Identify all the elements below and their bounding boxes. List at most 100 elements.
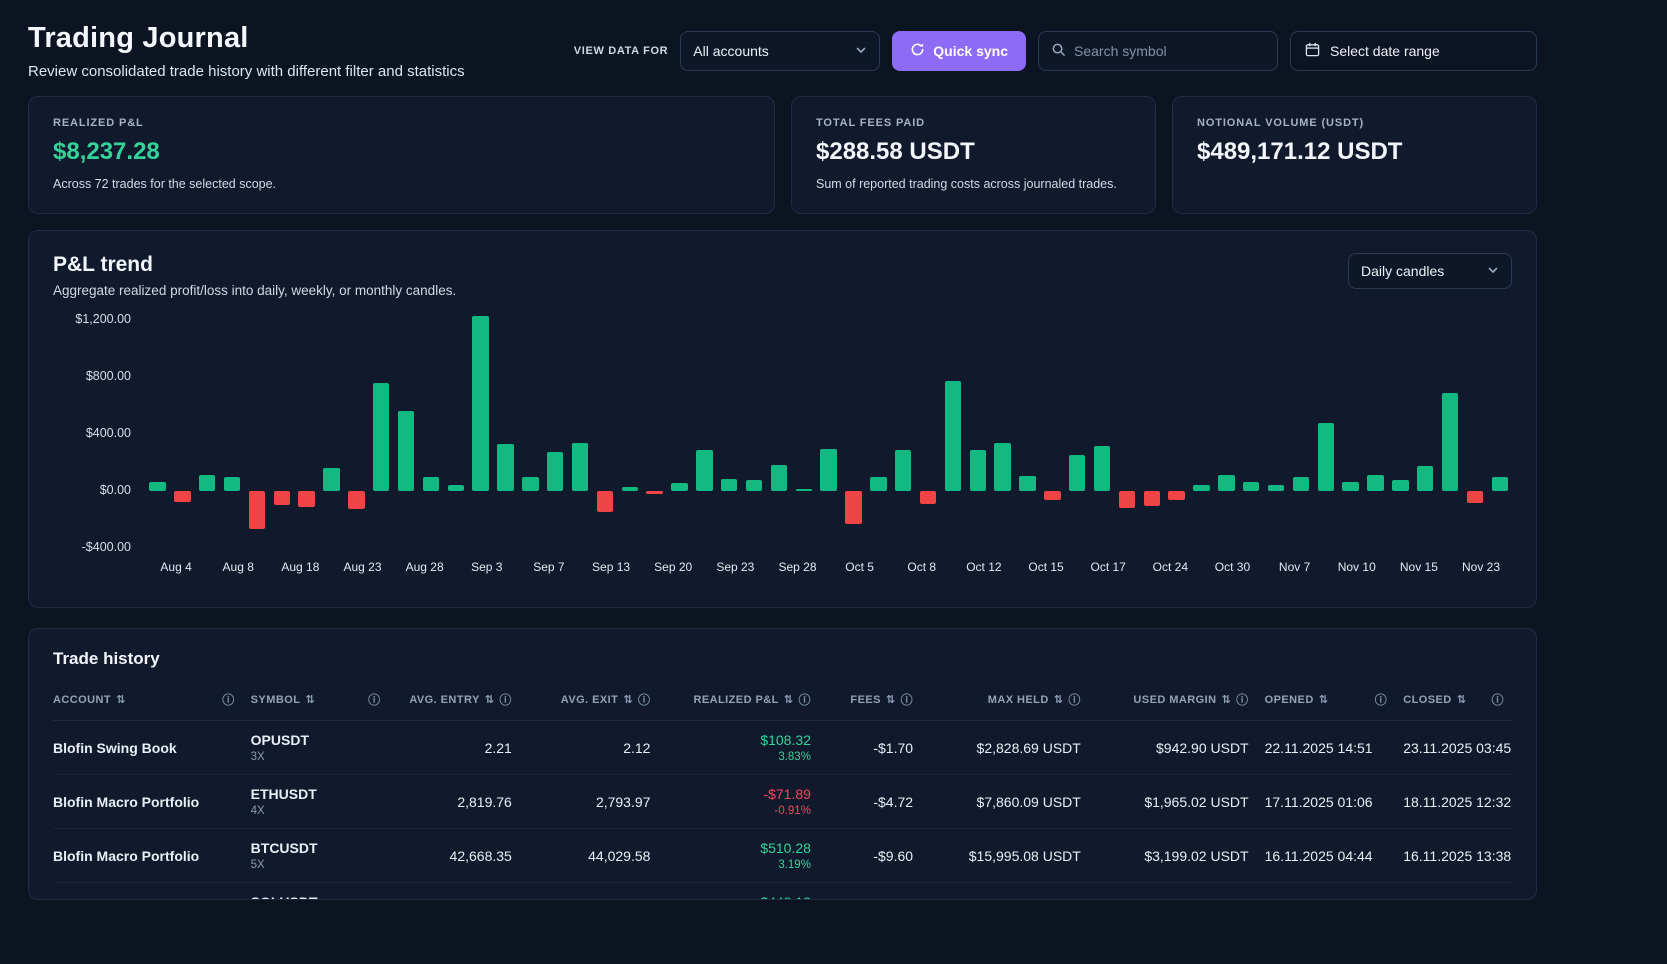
pnl-bar: [891, 320, 916, 548]
column-header-opened[interactable]: OPENED⇅ⓘ: [1257, 679, 1396, 721]
column-header-avg-entry[interactable]: AVG. ENTRY⇅ⓘ: [389, 679, 520, 721]
search-symbol-input[interactable]: [1074, 43, 1265, 59]
pnl-bar: [1214, 320, 1239, 548]
info-icon[interactable]: ⓘ: [222, 691, 234, 708]
info-icon[interactable]: ⓘ: [1375, 691, 1387, 708]
x-axis-label: Oct 17: [1077, 560, 1139, 574]
trade-row[interactable]: Blofin Swing BookSOLUSDT2X134.52141.08$4…: [53, 883, 1512, 901]
closed-cell: 15.11.2025 18:05: [1395, 883, 1512, 901]
x-axis-label: Sep 13: [580, 560, 642, 574]
account-select[interactable]: All accounts: [680, 31, 880, 71]
symbol-cell: ETHUSDT4X: [243, 775, 389, 829]
x-axis-label: Sep 28: [766, 560, 828, 574]
trade-row[interactable]: Blofin Macro PortfolioETHUSDT4X2,819.762…: [53, 775, 1512, 829]
sort-icon[interactable]: ⇅: [886, 693, 896, 706]
interval-select[interactable]: Daily candles: [1348, 253, 1512, 289]
pnl-bar: [418, 320, 443, 548]
realized-pnl-cell: -$71.89-0.91%: [658, 775, 818, 829]
avg-entry-cell: 2.21: [389, 721, 520, 775]
trade-row[interactable]: Blofin Swing BookOPUSDT3X2.212.12$108.32…: [53, 721, 1512, 775]
info-icon[interactable]: ⓘ: [1236, 691, 1248, 708]
y-axis-tick: $0.00: [100, 483, 131, 497]
pnl-bar: [866, 320, 891, 548]
sort-icon[interactable]: ⇅: [485, 693, 495, 706]
column-header-fees[interactable]: FEES⇅ⓘ: [819, 679, 921, 721]
sort-icon[interactable]: ⇅: [1319, 693, 1329, 706]
y-axis-tick: $400.00: [86, 426, 131, 440]
stat-description: Sum of reported trading costs across jou…: [816, 177, 1131, 191]
pnl-bar: [1015, 320, 1040, 548]
trade-history-card: Trade history ACCOUNT⇅ⓘSYMBOL⇅ⓘAVG. ENTR…: [28, 628, 1537, 900]
fees-cell: -$9.60: [819, 829, 921, 883]
column-label: ACCOUNT: [53, 694, 111, 706]
sort-icon[interactable]: ⇅: [1054, 693, 1064, 706]
pnl-bar: [1040, 320, 1065, 548]
column-header-used-margin[interactable]: USED MARGIN ⇅ ⓘ: [1089, 679, 1257, 721]
max-held-cell: $13,665.41 USDT: [921, 883, 1089, 901]
pnl-bar: [568, 320, 593, 548]
column-header-closed[interactable]: CLOSED⇅ⓘ: [1395, 679, 1512, 721]
pnl-bar: [220, 320, 245, 548]
avg-exit-cell: 141.08: [520, 883, 659, 901]
y-axis-tick: $1,200.00: [75, 312, 131, 326]
stats-row: REALIZED P&L $8,237.28 Across 72 trades …: [28, 96, 1537, 214]
pnl-trend-chart: $1,200.00$800.00$400.00$0.00-$400.00: [53, 320, 1512, 548]
sort-icon[interactable]: ⇅: [116, 693, 126, 706]
closed-cell: 16.11.2025 13:38: [1395, 829, 1512, 883]
column-label: MAX HELD: [988, 694, 1049, 706]
x-axis-label: Sep 7: [518, 560, 580, 574]
column-header-max-held[interactable]: MAX HELD ⇅ ⓘ: [921, 679, 1089, 721]
used-margin-cell: $1,965.02 USDT: [1089, 775, 1257, 829]
sort-icon[interactable]: ⇅: [623, 693, 633, 706]
info-icon[interactable]: ⓘ: [368, 691, 380, 708]
info-icon[interactable]: ⓘ: [1492, 691, 1504, 708]
pnl-bar: [990, 320, 1015, 548]
chart-header: P&L trend Aggregate realized profit/loss…: [53, 253, 1512, 298]
y-axis: $1,200.00$800.00$400.00$0.00-$400.00: [53, 320, 145, 548]
pnl-bar: [642, 320, 667, 548]
column-header-account[interactable]: ACCOUNT ⇅ ⓘ: [53, 679, 243, 721]
info-icon[interactable]: ⓘ: [901, 691, 913, 708]
stat-description: Across 72 trades for the selected scope.: [53, 177, 750, 191]
column-header-symbol[interactable]: SYMBOL⇅ⓘ: [243, 679, 389, 721]
column-header-avg-exit[interactable]: AVG. EXIT⇅ⓘ: [520, 679, 659, 721]
pnl-bar: [1338, 320, 1363, 548]
avg-exit-cell: 44,029.58: [520, 829, 659, 883]
symbol-cell: SOLUSDT2X: [243, 883, 389, 901]
search-box[interactable]: [1038, 31, 1278, 71]
used-margin-cell: $3,199.02 USDT: [1089, 829, 1257, 883]
header-controls: VIEW DATA FOR All accounts Quick sync Se…: [574, 31, 1537, 71]
pnl-bar: [493, 320, 518, 548]
pnl-bar: [394, 320, 419, 548]
column-label: USED MARGIN: [1133, 694, 1216, 706]
pnl-bar: [518, 320, 543, 548]
quick-sync-button[interactable]: Quick sync: [892, 31, 1026, 71]
table-title: Trade history: [53, 649, 1512, 669]
info-icon[interactable]: ⓘ: [1068, 691, 1080, 708]
sort-icon[interactable]: ⇅: [1457, 693, 1467, 706]
column-header-realized-p-l[interactable]: REALIZED P&L⇅ⓘ: [658, 679, 818, 721]
info-icon[interactable]: ⓘ: [638, 691, 650, 708]
fees-cell: -$4.72: [819, 775, 921, 829]
sort-icon[interactable]: ⇅: [1221, 693, 1231, 706]
max-held-cell: $15,995.08 USDT: [921, 829, 1089, 883]
page-title: Trading Journal: [28, 22, 465, 55]
trade-row[interactable]: Blofin Macro PortfolioBTCUSDT5X42,668.35…: [53, 829, 1512, 883]
sort-icon[interactable]: ⇅: [305, 693, 315, 706]
x-axis-label: Nov 23: [1450, 560, 1512, 574]
y-axis-tick: $800.00: [86, 369, 131, 383]
sort-icon[interactable]: ⇅: [784, 693, 794, 706]
account-cell: Blofin Macro Portfolio: [53, 829, 243, 883]
pnl-bar: [1139, 320, 1164, 548]
pnl-bar: [1487, 320, 1512, 548]
account-cell: Blofin Macro Portfolio: [53, 775, 243, 829]
symbol-cell: BTCUSDT5X: [243, 829, 389, 883]
account-cell: Blofin Swing Book: [53, 721, 243, 775]
pnl-bar: [1363, 320, 1388, 548]
pnl-bar: [1115, 320, 1140, 548]
info-icon[interactable]: ⓘ: [798, 691, 810, 708]
info-icon[interactable]: ⓘ: [499, 691, 511, 708]
opened-cell: 16.11.2025 04:44: [1257, 829, 1396, 883]
date-range-button[interactable]: Select date range: [1290, 31, 1537, 71]
pnl-bar: [244, 320, 269, 548]
